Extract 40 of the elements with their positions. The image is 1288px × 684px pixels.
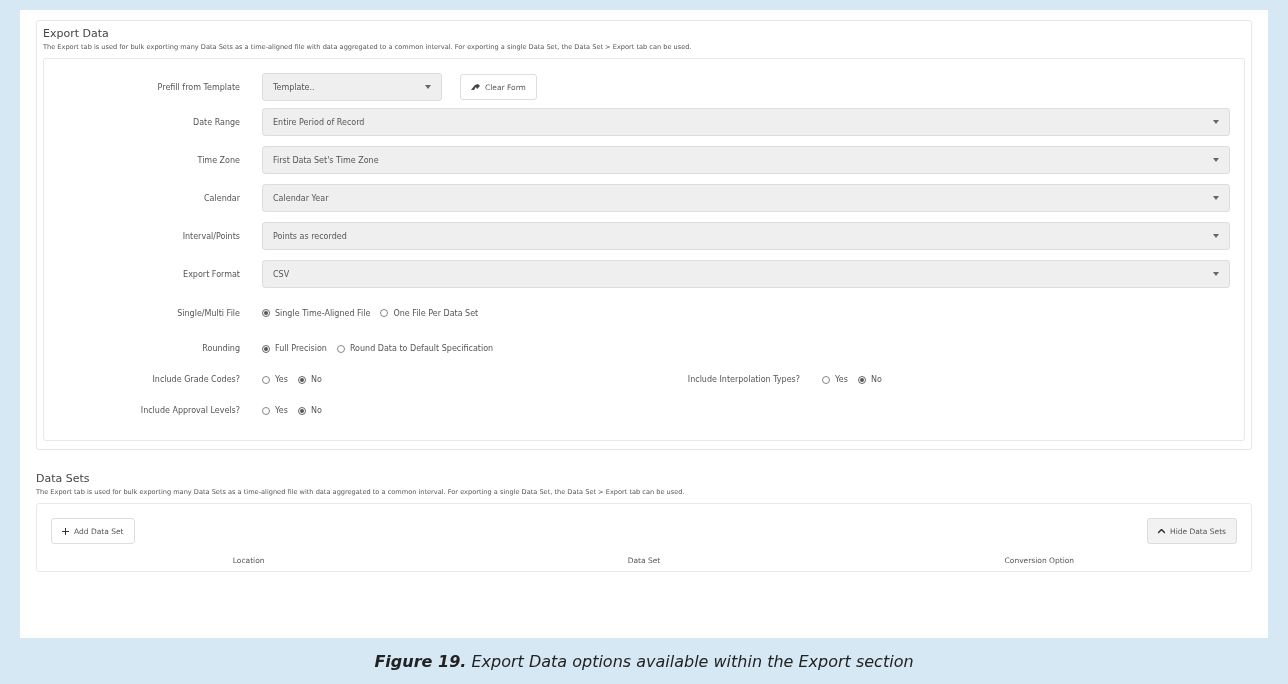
- field-label: Rounding: [201, 344, 241, 353]
- eraser-icon: [471, 83, 480, 91]
- radio-label: One File Per Data Set: [393, 308, 479, 318]
- radio-label: No: [870, 375, 882, 384]
- plus-icon: [62, 527, 69, 535]
- field-label: Interval/Points: [181, 231, 241, 241]
- caret-icon: [1213, 120, 1219, 124]
- radio-label: Yes: [275, 375, 288, 384]
- figure-caption: Figure 19. Export Data options available within the Export section: [374, 651, 914, 671]
- radio-label: Yes: [275, 406, 288, 415]
- radio-label: No: [310, 375, 322, 384]
- field-label: Date Range: [191, 117, 241, 127]
- section-title: Data Sets: [36, 471, 91, 487]
- caret-icon: [1213, 158, 1219, 162]
- dropdown-field[interactable]: Points as recorded: [262, 222, 1230, 250]
- field-label: Include Approval Levels?: [139, 406, 241, 415]
- caret-icon: [1213, 234, 1219, 238]
- section-title: Export Data: [43, 26, 110, 42]
- field-label: Include Grade Codes?: [151, 375, 241, 384]
- dropdown-field[interactable]: Entire Period of Record: [262, 108, 1230, 136]
- radio-label: Round Data to Default Specification: [349, 344, 494, 353]
- radio-label: Full Precision: [275, 344, 327, 353]
- dropdown-field[interactable]: First Data Set's Time Zone: [262, 146, 1230, 174]
- chevron-up-icon: [1158, 528, 1165, 534]
- field-label: Calendar: [203, 193, 241, 203]
- template-dropdown[interactable]: Template..: [262, 73, 442, 101]
- radio-button[interactable]: [262, 309, 270, 317]
- radio-label: Single Time-Aligned File: [275, 308, 371, 318]
- dropdown-field[interactable]: CSV: [262, 260, 1230, 288]
- field-label: Export Format: [182, 269, 241, 279]
- field-label: Single/Multi File: [176, 308, 241, 318]
- caret-icon: [425, 85, 431, 89]
- field-label: Prefill from Template: [156, 82, 241, 92]
- radio-label: No: [310, 406, 322, 415]
- field-label: Time Zone: [196, 155, 241, 165]
- caret-icon: [1213, 272, 1219, 276]
- dropdown-field[interactable]: Calendar Year: [262, 184, 1230, 212]
- caret-icon: [1213, 196, 1219, 200]
- field-label: Include Interpolation Types?: [686, 375, 801, 384]
- radio-label: Yes: [835, 375, 848, 384]
